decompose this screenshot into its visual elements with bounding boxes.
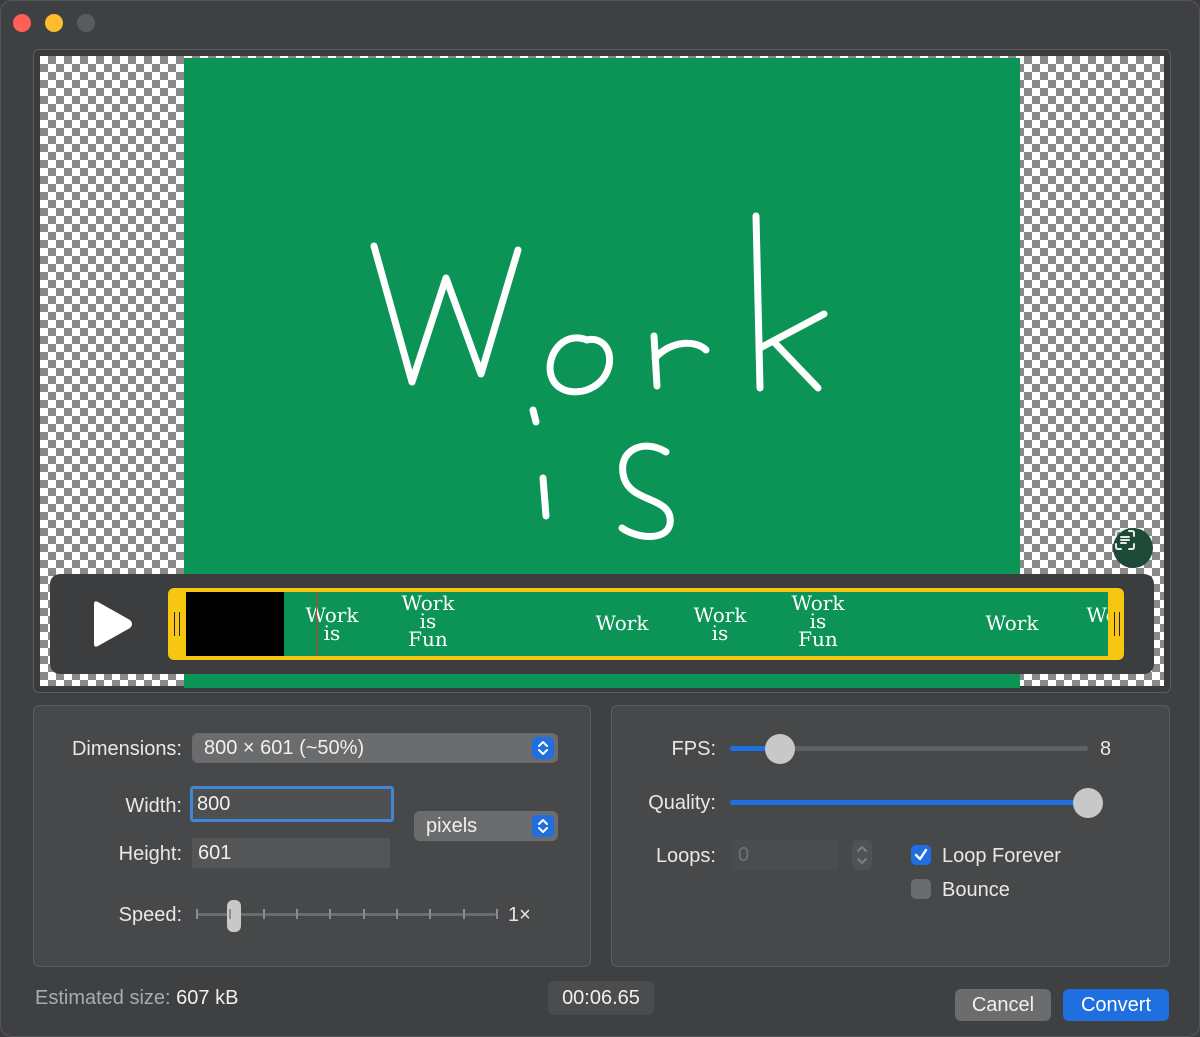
checkmark-icon [914, 848, 928, 861]
speed-tick [196, 909, 198, 919]
speed-label: Speed: [118, 904, 182, 926]
fps-value: 8 [1100, 738, 1112, 760]
fps-label: FPS: [671, 738, 716, 760]
video-preview: Work is Work is Fun Work Work is Work is Fun W… [33, 49, 1171, 693]
bounce-checkbox[interactable] [911, 879, 931, 899]
loops-field[interactable]: 0 [732, 840, 838, 870]
estimated-size-label: Estimated size: [35, 987, 171, 1009]
trim-end-handle[interactable] [1114, 612, 1120, 636]
dimensions-value: 800 × 601 (~50%) [204, 736, 365, 759]
text-scan-icon [1115, 530, 1135, 550]
speed-tick [496, 909, 498, 919]
speed-tick [229, 909, 232, 919]
loop-forever-label: Loop Forever [942, 845, 1061, 867]
height-label: Height: [118, 843, 182, 865]
timeline-thumb: Wo [1086, 603, 1108, 627]
timeline-thumb: Work is [693, 603, 747, 645]
trim-start-handle[interactable] [174, 612, 180, 636]
fps-slider-knob[interactable] [765, 734, 796, 764]
units-value: pixels [426, 814, 478, 837]
speed-tick [362, 909, 365, 919]
speed-tick [296, 909, 298, 919]
minimize-window-button[interactable] [45, 14, 63, 32]
timeline-thumb: Work [985, 611, 1039, 635]
speed-slider-track[interactable] [196, 913, 496, 916]
app-window: Work is Work is Fun Work Work is Work is Fun W… [0, 0, 1200, 1037]
units-select[interactable]: pixels [414, 811, 558, 841]
quality-slider-knob[interactable] [1073, 788, 1103, 818]
chevron-updown-icon [532, 737, 554, 759]
player-controls: Work is Work is Fun Work Work is Work is Fun W… [50, 574, 1154, 674]
play-button[interactable] [90, 600, 134, 648]
cancel-button[interactable]: Cancel [955, 989, 1051, 1021]
timeline-thumb: Work [595, 611, 649, 635]
estimated-size-value: 607 kB [176, 987, 239, 1009]
convert-button[interactable]: Convert [1063, 989, 1169, 1021]
timecode-display: 00:06.65 [548, 981, 654, 1015]
zoom-window-button[interactable] [77, 14, 95, 32]
speed-tick [329, 909, 332, 919]
timeline-thumbnails: Work is Work is Fun Work Work is Work is Fun W… [186, 592, 1108, 656]
timeline-thumb: Work is Fun [401, 592, 455, 651]
loops-label: Loops: [655, 845, 716, 867]
bounce-label: Bounce [942, 879, 1010, 901]
timeline-thumb: Work is [305, 603, 359, 645]
speed-tick [262, 909, 265, 919]
width-label: Width: [125, 795, 182, 817]
height-field[interactable]: 601 [192, 838, 390, 868]
speed-tick [462, 909, 465, 919]
playhead[interactable] [316, 592, 317, 656]
quality-slider-fill [730, 800, 1088, 805]
live-text-button[interactable] [1113, 528, 1153, 568]
play-icon [94, 601, 132, 647]
output-panel: FPS: 8 Quality: Loops: 0 Loop Forever Bo… [611, 705, 1170, 967]
speed-value: 1× [508, 904, 531, 926]
dimensions-label: Dimensions: [71, 738, 182, 760]
loop-forever-checkbox[interactable] [911, 845, 931, 865]
timeline-thumb: Work is Fun [791, 592, 845, 651]
dimensions-select[interactable]: 800 × 601 (~50%) [192, 733, 558, 763]
trim-timeline[interactable]: Work is Work is Fun Work Work is Work is Fun W… [168, 588, 1124, 660]
chevron-updown-icon [532, 815, 554, 837]
dimensions-panel: Dimensions: 800 × 601 (~50%) Width: 800 … [33, 705, 591, 967]
quality-label: Quality: [648, 792, 716, 814]
loops-stepper[interactable] [852, 840, 872, 870]
estimated-size: Estimated size: 607 kB [35, 987, 238, 1010]
timeline-frame-black [186, 592, 284, 656]
width-field[interactable]: 800 [190, 786, 394, 822]
close-window-button[interactable] [13, 14, 31, 32]
speed-tick [429, 909, 432, 919]
speed-tick [396, 909, 398, 919]
